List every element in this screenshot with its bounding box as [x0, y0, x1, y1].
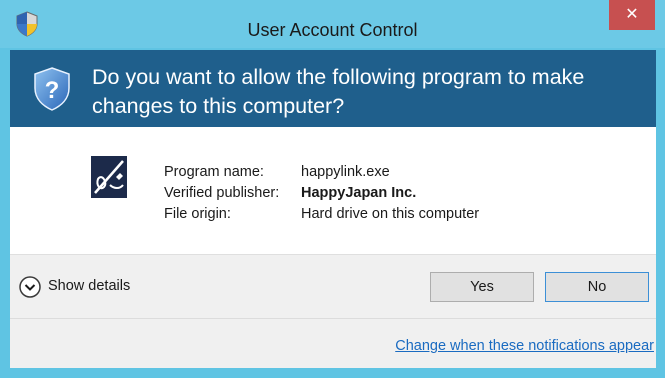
notification-settings-link[interactable]: Change when these notifications appear [395, 338, 654, 354]
program-name-label: Program name: [164, 164, 264, 180]
yes-button[interactable]: Yes [430, 272, 534, 302]
question-banner: ? Do you want to allow the following pro… [10, 50, 656, 127]
publisher-value: HappyJapan Inc. [301, 185, 417, 201]
program-name-value: happylink.exe [301, 164, 390, 180]
program-info-panel: Program name: Verified publisher: File o… [10, 127, 656, 254]
footer: Change when these notifications appear [10, 318, 656, 368]
show-details-label: Show details [48, 278, 131, 294]
question-text: Do you want to allow the following progr… [92, 65, 585, 118]
uac-dialog: User Account Control ✕ ? Do you want to … [0, 0, 665, 378]
no-button[interactable]: No [545, 272, 649, 302]
chevron-down-icon [19, 276, 41, 298]
file-origin-value: Hard drive on this computer [301, 206, 480, 222]
window-title: User Account Control [247, 20, 418, 40]
program-info-labels: Program name: Verified publisher: File o… [164, 162, 279, 225]
svg-text:?: ? [45, 77, 60, 104]
file-origin-label: File origin: [164, 206, 231, 222]
publisher-label: Verified publisher: [164, 185, 280, 201]
question-shield-icon: ? [34, 67, 70, 111]
program-info-values: happylink.exe HappyJapan Inc. Hard drive… [301, 162, 479, 225]
close-button[interactable]: ✕ [609, 0, 655, 30]
program-icon [91, 156, 127, 198]
title-bar[interactable]: User Account Control ✕ [0, 0, 665, 48]
action-bar: Show details Yes No [10, 255, 656, 318]
